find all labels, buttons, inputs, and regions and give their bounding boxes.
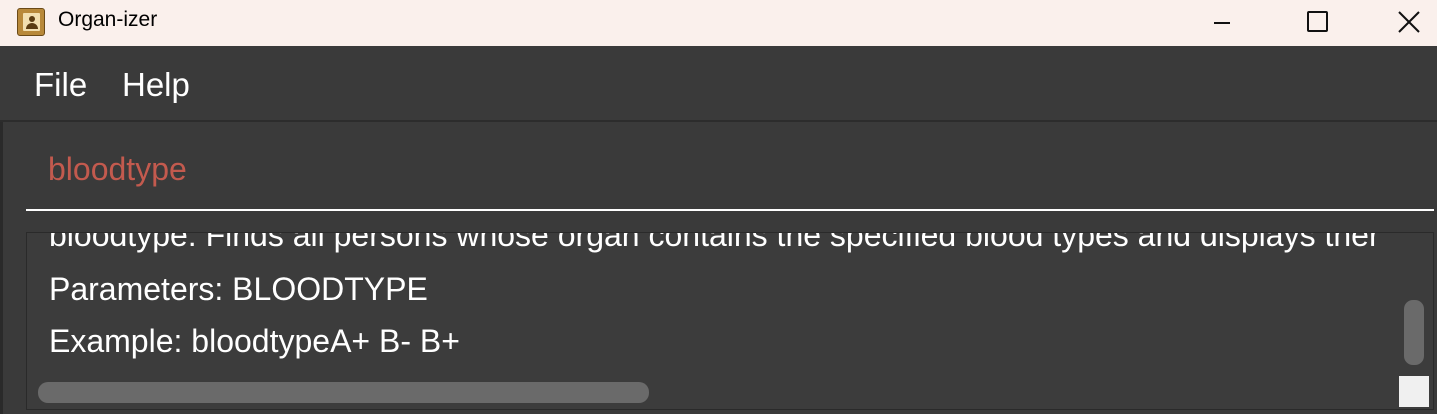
minimize-icon bbox=[1214, 22, 1230, 24]
address-book-icon bbox=[17, 8, 45, 36]
scrollbar-corner bbox=[1399, 376, 1429, 407]
menu-file[interactable]: File bbox=[34, 66, 87, 104]
maximize-icon bbox=[1307, 11, 1328, 32]
close-icon bbox=[1398, 11, 1420, 33]
menu-bar: File Help bbox=[0, 50, 1437, 120]
menu-help[interactable]: Help bbox=[122, 66, 190, 104]
command-input-text[interactable]: bloodtype bbox=[48, 151, 187, 188]
close-button[interactable] bbox=[1373, 0, 1437, 46]
command-input-underline bbox=[26, 209, 1434, 211]
command-input[interactable]: bloodtype bbox=[26, 140, 1434, 212]
maximize-button[interactable] bbox=[1280, 0, 1350, 46]
title-bar: Organ-izer bbox=[0, 0, 1437, 46]
result-display[interactable]: bloodtype: Finds all persons whose organ… bbox=[26, 232, 1434, 410]
result-line: bloodtype: Finds all persons whose organ… bbox=[49, 232, 1380, 253]
vertical-scrollbar[interactable] bbox=[1404, 300, 1424, 365]
horizontal-scrollbar[interactable] bbox=[38, 382, 649, 403]
menu-divider bbox=[0, 120, 1437, 122]
result-line: Parameters: BLOODTYPE bbox=[49, 271, 428, 307]
window-title: Organ-izer bbox=[58, 8, 158, 31]
minimize-button[interactable] bbox=[1186, 0, 1256, 46]
result-line: Example: bloodtypeA+ B- B+ bbox=[49, 323, 460, 359]
